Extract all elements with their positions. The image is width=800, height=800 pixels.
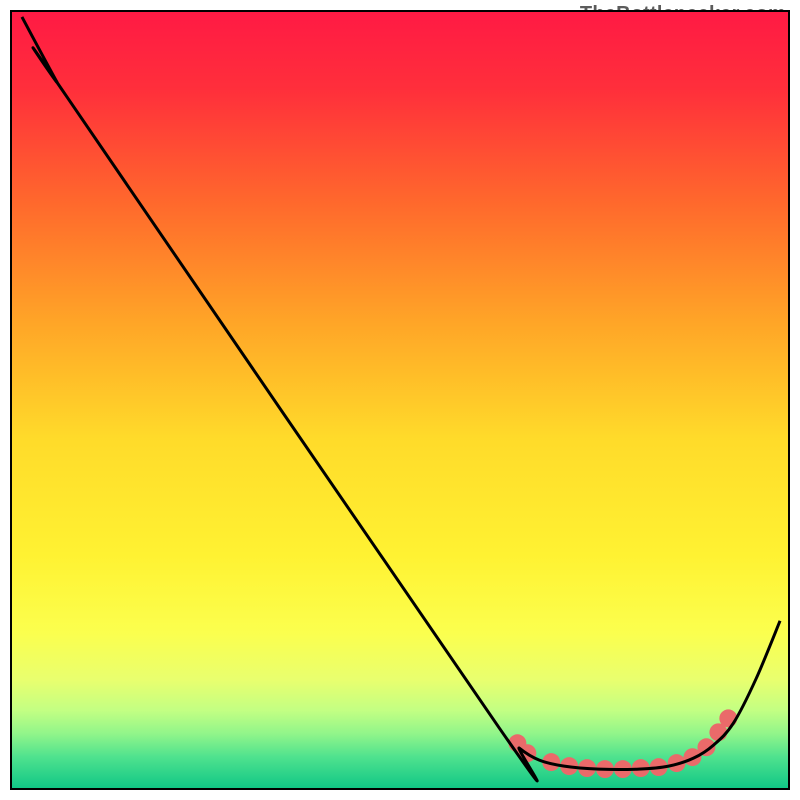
chart-marker xyxy=(719,709,737,727)
chart-markers-group xyxy=(508,709,737,778)
chart-frame xyxy=(10,10,790,790)
chart-curve xyxy=(22,17,780,781)
chart-curve-layer xyxy=(12,12,788,788)
